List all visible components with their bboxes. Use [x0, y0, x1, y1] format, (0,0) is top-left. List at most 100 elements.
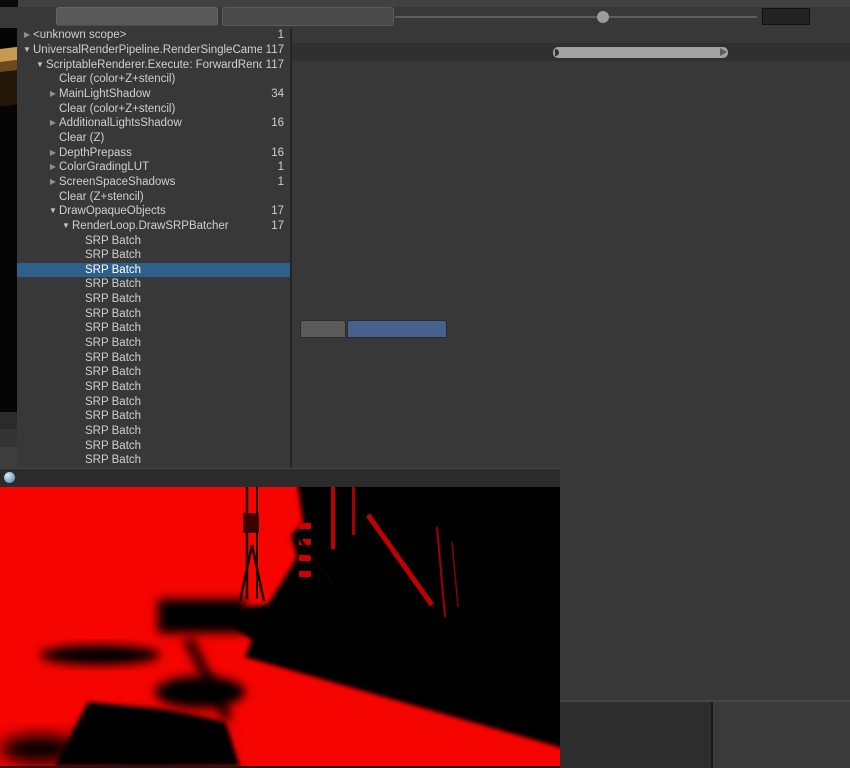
event-row[interactable]: SRP Batch — [17, 380, 290, 395]
event-row[interactable]: SRP Batch — [17, 409, 290, 424]
disclosure-arrow-icon[interactable]: ▼ — [47, 207, 59, 215]
shadowmap-render — [0, 487, 560, 766]
event-row[interactable]: SRP Batch — [17, 350, 290, 365]
background-gap — [0, 0, 18, 7]
event-row-count: 17 — [267, 205, 290, 217]
event-row-label: SRP Batch — [85, 308, 280, 320]
event-row-count: 16 — [267, 147, 290, 159]
event-row[interactable]: SRP Batch — [17, 233, 290, 248]
event-row[interactable]: ▶ ColorGradingLUT 1 — [17, 160, 290, 175]
event-row-label: Clear (color+Z+stencil) — [59, 103, 280, 115]
event-row[interactable]: ▼ DrawOpaqueObjects 17 — [17, 204, 290, 219]
event-row[interactable]: SRP Batch — [17, 453, 290, 468]
event-row[interactable]: ▶ MainLightShadow 34 — [17, 87, 290, 102]
event-row-label: SRP Batch — [85, 454, 280, 466]
event-row-label: SRP Batch — [85, 381, 280, 393]
event-row[interactable]: Clear (Z) — [17, 131, 290, 146]
event-row-count: 17 — [267, 220, 290, 232]
event-row-label: AdditionalLightsShadow — [59, 117, 267, 129]
event-row[interactable]: Clear (color+Z+stencil) — [17, 101, 290, 116]
event-slider-track[interactable] — [395, 16, 757, 18]
event-row-count: 34 — [267, 88, 290, 100]
disclosure-arrow-icon[interactable]: ▶ — [47, 163, 59, 171]
disclosure-arrow-icon[interactable]: ▶ — [47, 90, 59, 98]
event-slider-knob[interactable] — [597, 11, 609, 23]
event-row[interactable]: SRP Batch — [17, 336, 290, 351]
frame-debugger-window: ▶ <unknown scope> 1 ▼ UniversalRenderPip… — [0, 0, 850, 768]
event-row[interactable]: SRP Batch — [17, 263, 290, 278]
scene-background-strip — [0, 28, 17, 412]
render-texture-sphere-icon — [4, 472, 15, 483]
event-row-count: 1 — [274, 161, 290, 173]
event-row-count: 16 — [267, 117, 290, 129]
event-row-count: 1 — [274, 29, 290, 41]
preview-header — [0, 468, 560, 487]
disclosure-arrow-icon[interactable]: ▼ — [21, 46, 33, 54]
tab-shader-properties[interactable] — [347, 320, 447, 338]
event-row-label: DrawOpaqueObjects — [59, 205, 267, 217]
event-row[interactable]: ▶ <unknown scope> 1 — [17, 28, 290, 43]
event-row[interactable]: SRP Batch — [17, 277, 290, 292]
event-row-label: SRP Batch — [85, 235, 280, 247]
event-row[interactable]: ▶ AdditionalLightsShadow 16 — [17, 116, 290, 131]
levels-range-slider[interactable] — [553, 47, 728, 58]
event-row-label: MainLightShadow — [59, 88, 267, 100]
event-row-label: Clear (color+Z+stencil) — [59, 73, 280, 85]
event-row-label: UniversalRenderPipeline.RenderSingleCame… — [33, 44, 262, 56]
disclosure-arrow-icon[interactable]: ▶ — [47, 178, 59, 186]
event-row[interactable]: SRP Batch — [17, 248, 290, 263]
event-row-label: SRP Batch — [85, 249, 280, 261]
event-row-label: SRP Batch — [85, 293, 280, 305]
event-row[interactable]: SRP Batch — [17, 292, 290, 307]
event-row[interactable]: SRP Batch — [17, 365, 290, 380]
window-top-edge — [0, 0, 850, 7]
event-row-label: SRP Batch — [85, 410, 280, 422]
disable-button[interactable] — [56, 7, 218, 26]
event-row-label: <unknown scope> — [33, 29, 274, 41]
event-row[interactable]: ▶ ScreenSpaceShadows 1 — [17, 175, 290, 190]
event-row[interactable]: ▶ DepthPrepass 16 — [17, 145, 290, 160]
event-row-label: SRP Batch — [85, 366, 280, 378]
scene-object — [0, 47, 17, 107]
event-row[interactable]: Clear (Z+stencil) — [17, 189, 290, 204]
event-row-label: Clear (Z+stencil) — [59, 191, 280, 203]
event-row[interactable]: Clear (color+Z+stencil) — [17, 72, 290, 87]
disclosure-arrow-icon[interactable]: ▶ — [21, 31, 33, 39]
event-row-label: SRP Batch — [85, 396, 280, 408]
shadowmap-preview-image[interactable] — [0, 487, 560, 766]
event-row-label: ScreenSpaceShadows — [59, 176, 274, 188]
event-row[interactable]: ▼ UniversalRenderPipeline.RenderSingleCa… — [17, 43, 290, 58]
event-row-label: Clear (Z) — [59, 132, 280, 144]
disclosure-arrow-icon[interactable]: ▶ — [47, 149, 59, 157]
event-row-label: SRP Batch — [85, 352, 280, 364]
event-row-label: SRP Batch — [85, 278, 280, 290]
event-tree: ▶ <unknown scope> 1 ▼ UniversalRenderPip… — [17, 28, 290, 468]
event-row[interactable]: SRP Batch — [17, 394, 290, 409]
target-selector-dropdown[interactable] — [222, 7, 394, 26]
event-row[interactable]: SRP Batch — [17, 438, 290, 453]
event-row[interactable]: ▼ ScriptableRenderer.Execute: ForwardRen… — [17, 57, 290, 72]
tab-preview[interactable] — [300, 320, 346, 338]
event-row[interactable]: SRP Batch — [17, 321, 290, 336]
event-row-label: RenderLoop.DrawSRPBatcher — [72, 220, 267, 232]
disclosure-arrow-icon[interactable]: ▼ — [60, 222, 72, 230]
event-row-count: 117 — [262, 59, 290, 71]
event-row-label: SRP Batch — [85, 425, 280, 437]
event-row-label: DepthPrepass — [59, 147, 267, 159]
event-row-label: ScriptableRenderer.Execute: ForwardRende — [46, 59, 262, 71]
event-row[interactable]: SRP Batch — [17, 306, 290, 321]
event-row-count: 117 — [262, 44, 290, 56]
event-row[interactable]: SRP Batch — [17, 424, 290, 439]
event-row-count: 1 — [274, 176, 290, 188]
disclosure-arrow-icon[interactable]: ▼ — [34, 61, 46, 69]
event-row-label: ColorGradingLUT — [59, 161, 274, 173]
event-row-label: SRP Batch — [85, 322, 280, 334]
disclosure-arrow-icon[interactable]: ▶ — [47, 119, 59, 127]
event-row-label: SRP Batch — [85, 264, 280, 276]
event-number-field[interactable] — [762, 8, 810, 25]
event-row-label: SRP Batch — [85, 440, 280, 452]
background-panel — [713, 702, 850, 768]
event-row[interactable]: ▼ RenderLoop.DrawSRPBatcher 17 — [17, 219, 290, 234]
event-row-label: SRP Batch — [85, 337, 280, 349]
render-target-row — [292, 28, 850, 44]
